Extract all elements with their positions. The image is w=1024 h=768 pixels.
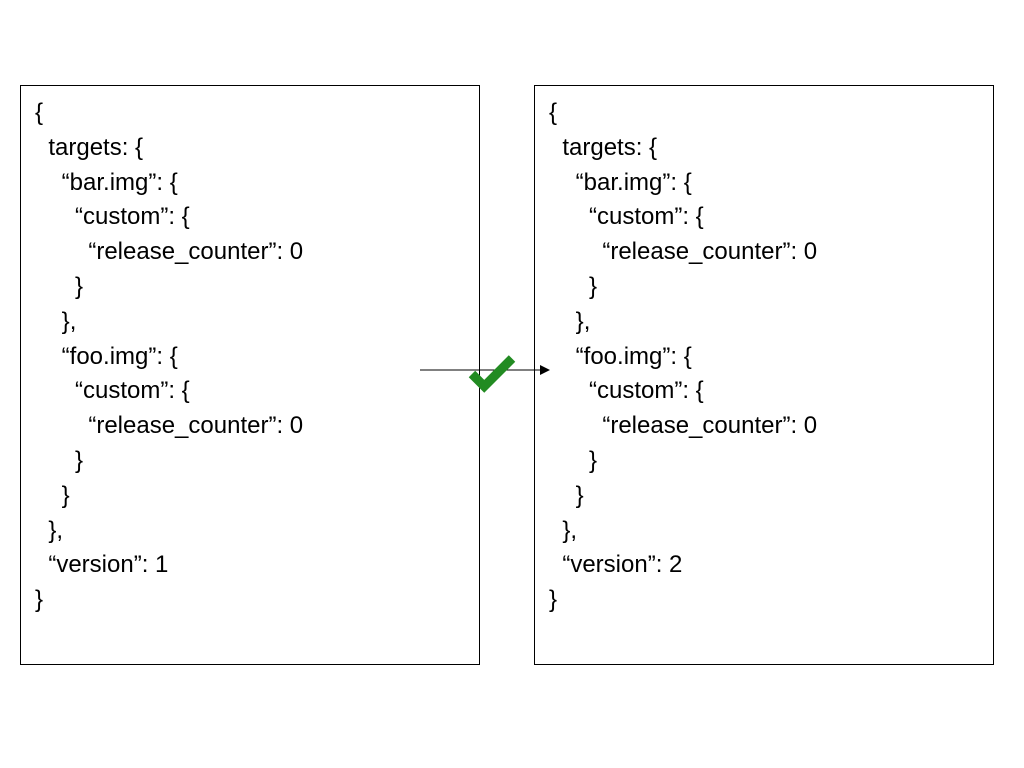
diagram-canvas: { targets: { “bar.img”: { “custom”: { “r…: [0, 0, 1024, 768]
code-box-right: { targets: { “bar.img”: { “custom”: { “r…: [534, 85, 994, 665]
code-box-left: { targets: { “bar.img”: { “custom”: { “r…: [20, 85, 480, 665]
